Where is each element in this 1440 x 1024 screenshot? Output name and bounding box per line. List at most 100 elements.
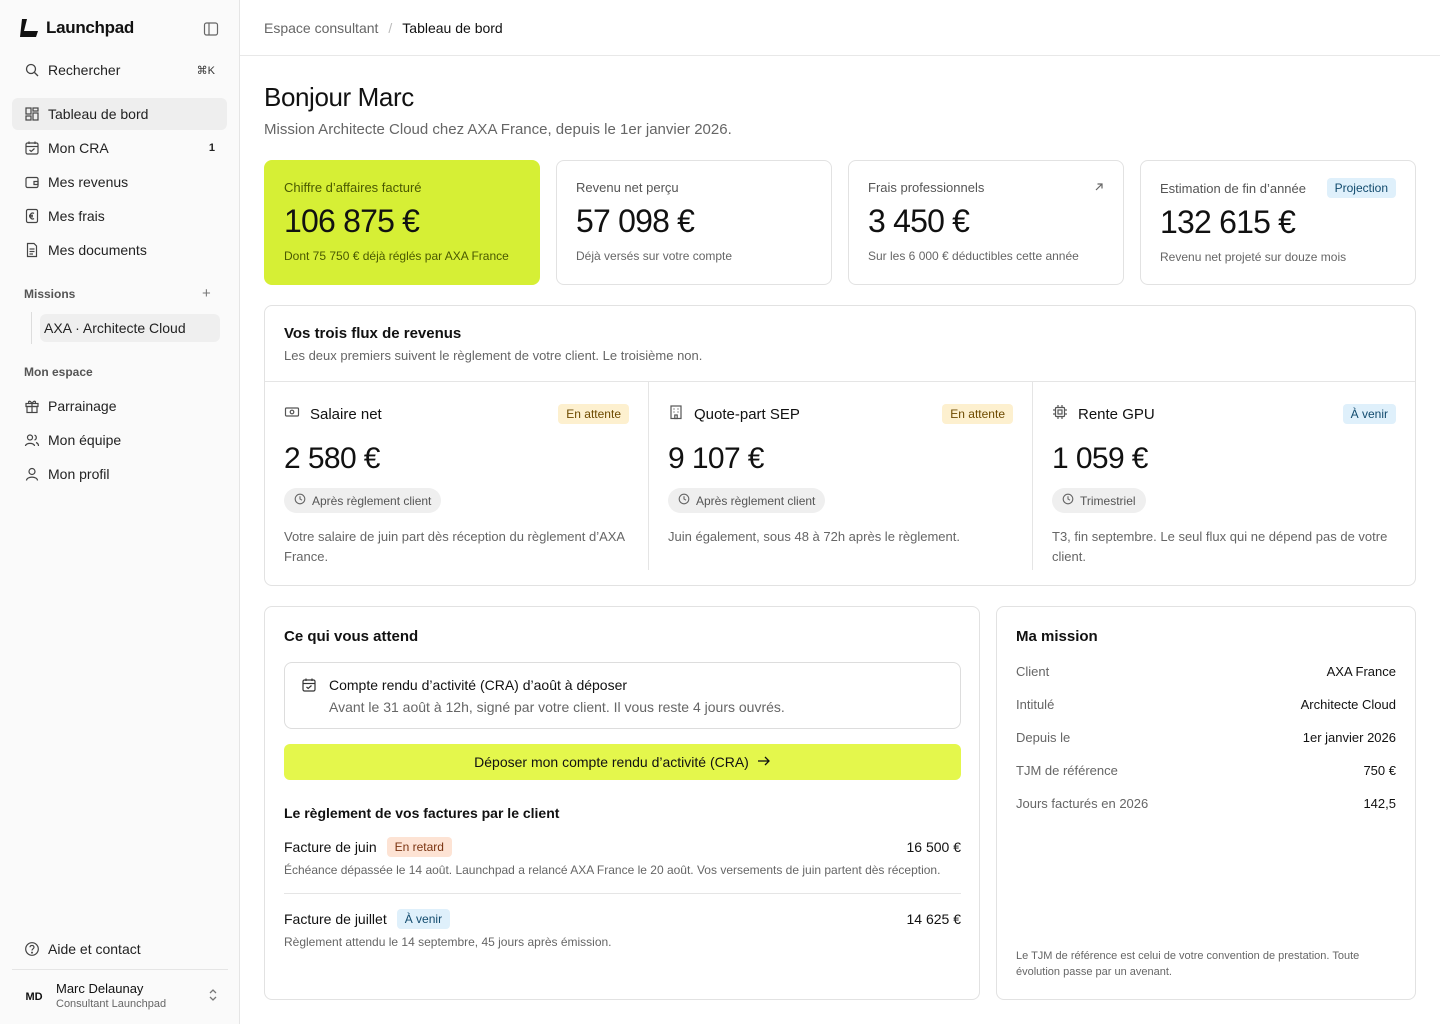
- sidebar-item-parrainage[interactable]: Parrainage: [12, 390, 227, 422]
- sidebar-item-frais[interactable]: Mes frais: [12, 200, 227, 232]
- user-menu[interactable]: MD Marc Delaunay Consultant Launchpad: [12, 969, 228, 1024]
- projection-badge: Projection: [1326, 178, 1396, 198]
- sidebar-item-documents[interactable]: Mes documents: [12, 234, 227, 266]
- submit-cra-button[interactable]: Déposer mon compte rendu d’activité (CRA…: [284, 744, 961, 780]
- help-contact-link[interactable]: Aide et contact: [12, 933, 227, 965]
- mission-value: AXA France: [1326, 664, 1396, 679]
- search-icon: [24, 62, 40, 78]
- team-icon: [24, 432, 40, 448]
- sidebar-item-cra[interactable]: Mon CRA 1: [12, 132, 227, 164]
- flux-subtitle: Les deux premiers suivent le règlement d…: [284, 348, 703, 363]
- mission-key: TJM de référence: [1016, 763, 1118, 778]
- pill-label: Après règlement client: [312, 493, 432, 508]
- avatar: MD: [25, 991, 43, 1003]
- mission-tree-line: [31, 312, 32, 344]
- flux-head: Quote-part SEP En attente: [668, 402, 1013, 426]
- page-title: Bonjour Marc: [264, 82, 414, 112]
- search-label: Rechercher: [48, 62, 121, 78]
- flux-name: Quote-part SEP: [694, 405, 800, 423]
- sidebar-toggle-icon[interactable]: [203, 21, 219, 37]
- breadcrumb-current: Tableau de bord: [402, 19, 503, 36]
- pill-label: Trimestriel: [1080, 493, 1136, 508]
- arrow-up-right-icon[interactable]: [1094, 180, 1104, 195]
- mission-note: Le TJM de référence est celui de votre c…: [1016, 950, 1360, 978]
- euro-icon: [24, 208, 40, 224]
- kpi-label: Frais professionnels: [868, 180, 985, 195]
- invoice-amount: 14 625 €: [906, 911, 962, 927]
- app-logo[interactable]: Launchpad: [20, 18, 134, 38]
- mission-key: Jours facturés en 2026: [1016, 796, 1149, 811]
- invoice-name: Facture de juin: [284, 839, 377, 855]
- cra-task[interactable]: Compte rendu d’activité (CRA) d’août à d…: [284, 662, 961, 729]
- invoice-row[interactable]: Facture de juin En retard 16 500 € Échéa…: [284, 835, 961, 877]
- launchpad-logo-icon: [20, 19, 38, 37]
- upcoming-card: Ce qui vous attend Compte rendu d’activi…: [264, 606, 980, 1000]
- sidebar-item-dashboard[interactable]: Tableau de bord: [12, 98, 227, 130]
- mission-key: Client: [1016, 664, 1050, 679]
- flux-title: Vos trois flux de revenus: [284, 325, 462, 342]
- status-badge: À venir: [1342, 404, 1396, 424]
- gift-icon: [24, 398, 40, 414]
- arrow-right-icon: [757, 754, 771, 770]
- flux-sep: Quote-part SEP En attente 9 107 € Après …: [649, 382, 1032, 584]
- breadcrumb-parent[interactable]: Espace consultant: [264, 20, 378, 36]
- flux-desc: T3, fin septembre. Le seul flux qui ne d…: [1052, 529, 1388, 564]
- sidebar-item-revenus[interactable]: Mes revenus: [12, 166, 227, 198]
- invoice-note: Échéance dépassée le 14 août. Launchpad …: [284, 863, 941, 877]
- kpi-label: Estimation de fin d’année: [1160, 180, 1306, 196]
- chevron-updown-icon: [208, 988, 218, 1005]
- invoice-head: Facture de juin En retard 16 500 €: [284, 835, 961, 859]
- user-role: Consultant Launchpad: [56, 998, 167, 1010]
- kpi-label: Chiffre d’affaires facturé: [284, 180, 422, 195]
- kpi-foot: Sur les 6 000 € déductibles cette année: [868, 249, 1079, 263]
- card-title: Ce qui vous attend: [284, 628, 419, 645]
- kpi-foot: Dont 75 750 € déjà réglés par AXA France: [284, 249, 509, 263]
- flux-desc: Juin également, sous 48 à 72h après le r…: [668, 529, 960, 544]
- kpi-card-estimation: Estimation de fin d’année Projection 132…: [1140, 160, 1416, 285]
- sidebar-item-equipe[interactable]: Mon équipe: [12, 424, 227, 456]
- kpi-card-revenu: Revenu net perçu 57 098 € Déjà versés su…: [556, 160, 832, 285]
- flux-amount: 9 107 €: [668, 442, 765, 475]
- flux-desc: Votre salaire de juin part dès réception…: [284, 529, 625, 564]
- sidebar-item-label: Mes documents: [48, 242, 147, 258]
- user-icon: [24, 466, 40, 482]
- app-name: Launchpad: [46, 18, 134, 37]
- flux-name: Rente GPU: [1078, 405, 1155, 423]
- sidebar-item-label: Tableau de bord: [48, 106, 149, 122]
- mission-row: TJM de référence 750 €: [1016, 763, 1396, 778]
- invoice-note: Règlement attendu le 14 septembre, 45 jo…: [284, 935, 612, 949]
- kpi-value: 106 875 €: [284, 203, 420, 239]
- divider: [284, 893, 961, 894]
- invoice-row[interactable]: Facture de juillet À venir 14 625 € Règl…: [284, 907, 961, 949]
- calendar-check-icon: [301, 677, 317, 698]
- calendar-icon: [24, 140, 40, 156]
- status-badge: À venir: [396, 909, 451, 929]
- kpi-foot: Revenu net projeté sur douze mois: [1160, 250, 1347, 264]
- invoice-amount: 16 500 €: [906, 839, 962, 855]
- search-button[interactable]: Rechercher ⌘K: [12, 54, 227, 86]
- sidebar-item-label: Mes frais: [48, 208, 105, 224]
- flux-head: Salaire net En attente: [284, 402, 629, 426]
- sidebar-item-label: Parrainage: [48, 398, 117, 414]
- flux-head: Rente GPU À venir: [1052, 402, 1396, 426]
- document-icon: [24, 242, 40, 258]
- flux-amount: 2 580 €: [284, 442, 381, 475]
- kpi-card-frais[interactable]: Frais professionnels 3 450 € Sur les 6 0…: [848, 160, 1124, 285]
- mission-key: Intitulé: [1016, 697, 1055, 712]
- add-mission-button[interactable]: +: [202, 285, 211, 302]
- sidebar-item-label: Mon profil: [48, 466, 110, 482]
- cra-count-badge: 1: [208, 142, 215, 154]
- mission-value: Architecte Cloud: [1300, 697, 1396, 712]
- clock-icon: [678, 493, 690, 508]
- card-title: Ma mission: [1016, 628, 1098, 645]
- dashboard-icon: [24, 106, 40, 122]
- breadcrumb: Espace consultant / Tableau de bord: [240, 0, 1440, 56]
- sidebar-item-profil[interactable]: Mon profil: [12, 458, 227, 490]
- clock-icon: [294, 493, 306, 508]
- status-badge: En retard: [386, 837, 452, 857]
- missions-section-label: Missions: [24, 287, 76, 301]
- mission-card: Ma mission Client AXA France Intitulé Arch…: [996, 606, 1416, 1000]
- kpi-value: 132 615 €: [1160, 204, 1296, 240]
- sidebar-item-mission[interactable]: AXA · Architecte Cloud: [40, 314, 220, 342]
- sidebar-item-label: Mes revenus: [48, 174, 129, 190]
